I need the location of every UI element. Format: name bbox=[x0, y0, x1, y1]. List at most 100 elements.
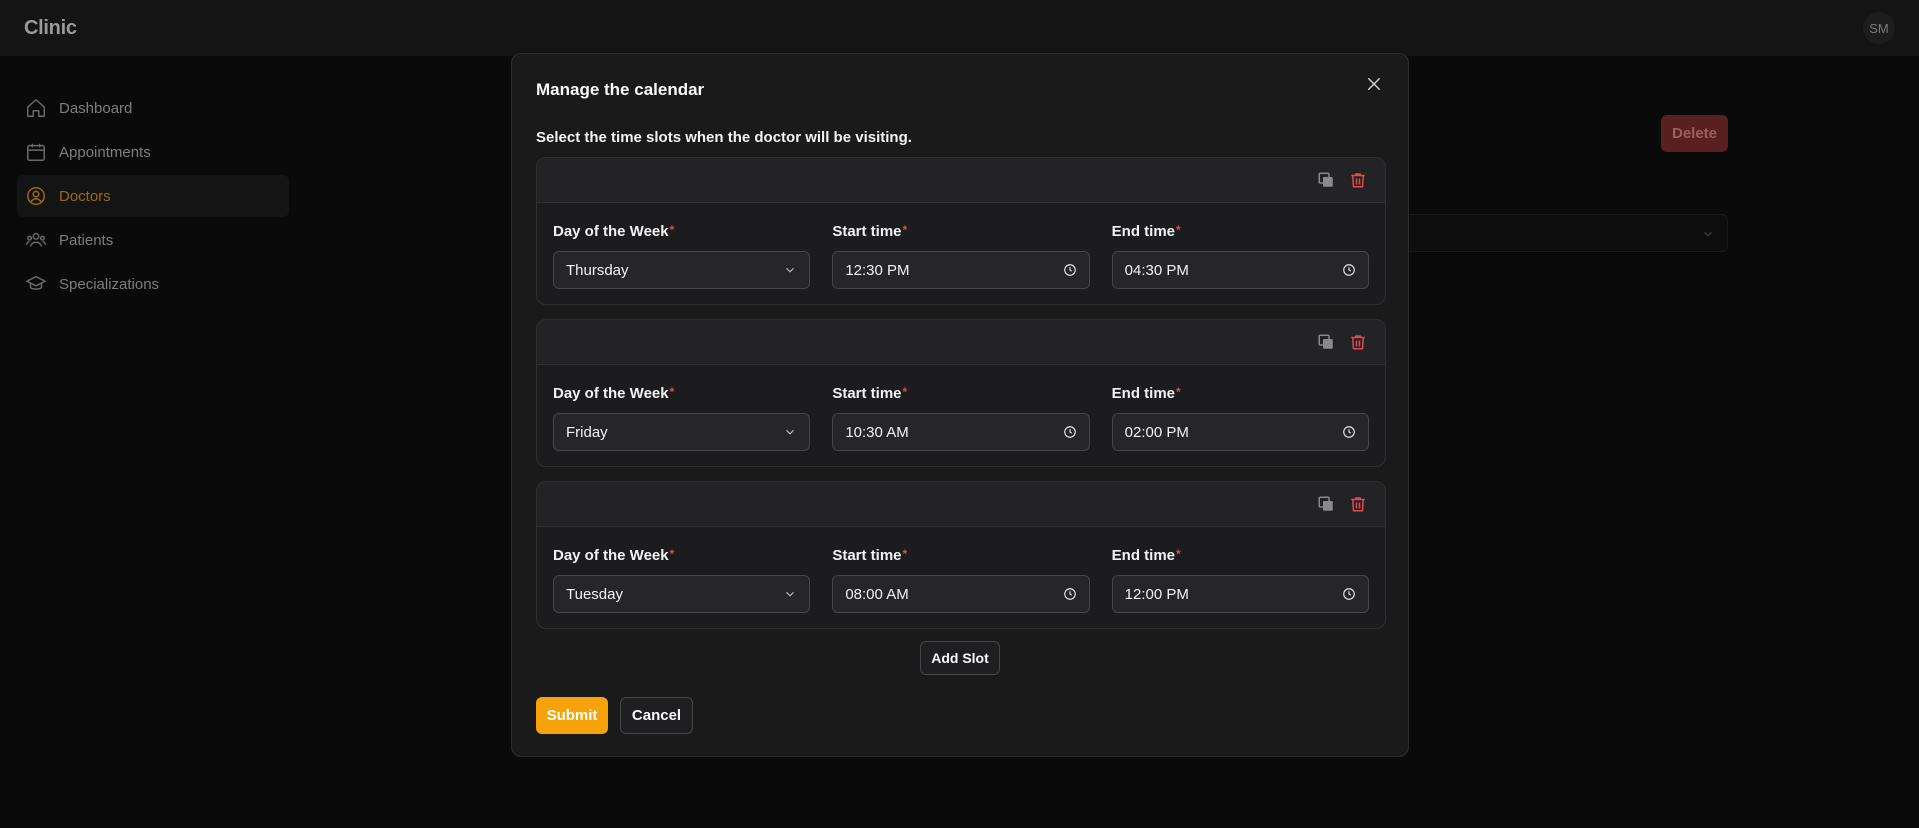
end-time-field: End time* 04:30 PM bbox=[1111, 223, 1369, 289]
select-value: Thursday bbox=[566, 261, 629, 279]
start-time-input[interactable]: 10:30 AM bbox=[832, 413, 1090, 451]
time-value: 02:00 PM bbox=[1124, 423, 1189, 441]
cancel-button[interactable]: Cancel bbox=[620, 697, 693, 734]
day-of-week-field: Day of the Week* Friday bbox=[553, 385, 811, 451]
field-label: Start time bbox=[832, 223, 902, 240]
start-time-input[interactable]: 08:00 AM bbox=[832, 575, 1090, 613]
trash-icon bbox=[1351, 173, 1365, 188]
chevron-down-icon bbox=[786, 267, 795, 273]
field-label: End time bbox=[1111, 547, 1175, 564]
start-time-field: Start time* 10:30 AM bbox=[832, 385, 1090, 451]
select-value: Tuesday bbox=[566, 585, 623, 603]
manage-calendar-dialog: Manage the calendar Select the time slot… bbox=[511, 53, 1409, 757]
field-label: Start time bbox=[832, 547, 902, 564]
chevron-down-icon bbox=[786, 429, 795, 435]
required-mark: * bbox=[669, 547, 675, 561]
delete-slot-button[interactable] bbox=[1347, 331, 1369, 353]
duplicate-slot-button[interactable] bbox=[1315, 493, 1337, 515]
sidebar-item-label: Appointments bbox=[59, 143, 151, 161]
dialog-description: Select the time slots when the doctor wi… bbox=[536, 129, 912, 146]
end-time-input[interactable]: 12:00 PM bbox=[1111, 575, 1369, 613]
trash-icon bbox=[1351, 335, 1365, 350]
sidebar-item-dashboard[interactable]: Dashboard bbox=[17, 87, 289, 129]
field-label: Start time bbox=[832, 385, 902, 402]
day-of-week-select[interactable]: Tuesday bbox=[553, 575, 811, 613]
duplicate-slot-button[interactable] bbox=[1315, 169, 1337, 191]
clock-icon[interactable] bbox=[1063, 263, 1077, 277]
sidebar-item-label: Specializations bbox=[59, 275, 160, 293]
time-slot-card: Day of the Week* Thursday Start time* 12… bbox=[536, 157, 1386, 305]
slot-header bbox=[537, 482, 1385, 527]
day-of-week-select[interactable]: Friday bbox=[553, 413, 811, 451]
sidebar-item-appointments[interactable]: Appointments bbox=[17, 131, 289, 173]
chevron-down-icon bbox=[786, 591, 795, 597]
sidebar-item-doctors[interactable]: Doctors bbox=[17, 175, 289, 217]
sidebar: Dashboard Appointments Doctors Patients … bbox=[17, 87, 289, 307]
sidebar-item-patients[interactable]: Patients bbox=[17, 219, 289, 261]
end-time-input[interactable]: 02:00 PM bbox=[1111, 413, 1369, 451]
day-of-week-field: Day of the Week* Tuesday bbox=[553, 547, 811, 613]
dialog-title: Manage the calendar bbox=[536, 80, 705, 99]
time-value: 08:00 AM bbox=[845, 585, 909, 603]
time-value: 12:30 PM bbox=[845, 261, 910, 279]
add-slot-button[interactable]: Add Slot bbox=[920, 641, 1000, 675]
required-mark: * bbox=[669, 385, 675, 399]
avatar[interactable]: SM bbox=[1863, 12, 1895, 44]
required-mark: * bbox=[902, 385, 908, 399]
duplicate-slot-button[interactable] bbox=[1315, 331, 1337, 353]
app-brand[interactable]: Clinic bbox=[24, 17, 77, 40]
sidebar-item-label: Doctors bbox=[59, 187, 111, 205]
required-mark: * bbox=[1176, 547, 1181, 561]
field-label: End time bbox=[1111, 385, 1175, 402]
required-mark: * bbox=[1176, 385, 1181, 399]
required-mark: * bbox=[1176, 223, 1181, 237]
clock-icon[interactable] bbox=[1342, 263, 1356, 277]
top-bar: Clinic SM bbox=[0, 0, 1919, 56]
start-time-field: Start time* 12:30 PM bbox=[832, 223, 1090, 289]
field-label: Day of the Week bbox=[553, 385, 669, 402]
time-slot-card: Day of the Week* Tuesday Start time* 08:… bbox=[536, 481, 1386, 629]
user-circle-icon bbox=[27, 187, 45, 205]
required-mark: * bbox=[902, 547, 908, 561]
delete-slot-button[interactable] bbox=[1347, 169, 1369, 191]
time-value: 04:30 PM bbox=[1124, 261, 1189, 279]
end-time-input[interactable]: 04:30 PM bbox=[1111, 251, 1369, 289]
users-icon bbox=[25, 232, 47, 247]
field-label: Day of the Week bbox=[553, 223, 669, 240]
sidebar-item-label: Dashboard bbox=[59, 99, 133, 117]
copy-icon bbox=[1318, 172, 1333, 187]
clock-icon[interactable] bbox=[1063, 587, 1077, 601]
field-label: End time bbox=[1111, 223, 1175, 240]
close-button[interactable] bbox=[1362, 72, 1386, 96]
trash-icon bbox=[1351, 497, 1365, 512]
slot-header bbox=[537, 158, 1385, 203]
required-mark: * bbox=[902, 223, 908, 237]
copy-icon bbox=[1318, 334, 1333, 349]
submit-button[interactable]: Submit bbox=[536, 697, 608, 734]
time-value: 12:00 PM bbox=[1124, 585, 1189, 603]
clock-icon[interactable] bbox=[1063, 425, 1077, 439]
slot-list: Day of the Week* Thursday Start time* 12… bbox=[536, 157, 1386, 643]
end-time-field: End time* 12:00 PM bbox=[1111, 547, 1369, 613]
background-select[interactable] bbox=[1390, 214, 1728, 252]
time-value: 10:30 AM bbox=[845, 423, 909, 441]
time-slot-card: Day of the Week* Friday Start time* 10:3… bbox=[536, 319, 1386, 467]
end-time-field: End time* 02:00 PM bbox=[1111, 385, 1369, 451]
sidebar-item-specializations[interactable]: Specializations bbox=[17, 263, 289, 305]
required-mark: * bbox=[669, 223, 675, 237]
select-value: Friday bbox=[566, 423, 608, 441]
day-of-week-field: Day of the Week* Thursday bbox=[553, 223, 811, 289]
clock-icon[interactable] bbox=[1342, 587, 1356, 601]
delete-button[interactable]: Delete bbox=[1661, 115, 1728, 152]
sidebar-item-label: Patients bbox=[59, 231, 114, 249]
home-icon bbox=[27, 99, 45, 117]
start-time-input[interactable]: 12:30 PM bbox=[832, 251, 1090, 289]
chevron-down-icon bbox=[1704, 231, 1712, 237]
calendar-icon bbox=[27, 143, 45, 161]
delete-slot-button[interactable] bbox=[1347, 493, 1369, 515]
day-of-week-select[interactable]: Thursday bbox=[553, 251, 811, 289]
field-label: Day of the Week bbox=[553, 547, 669, 564]
copy-icon bbox=[1318, 496, 1333, 511]
slot-header bbox=[537, 320, 1385, 365]
clock-icon[interactable] bbox=[1342, 425, 1356, 439]
